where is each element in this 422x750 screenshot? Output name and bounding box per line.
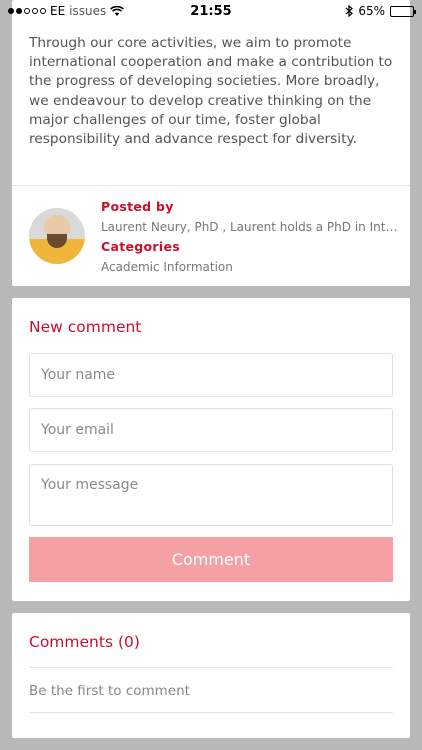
comments-title: Comments (0) [29,633,140,651]
status-time: 21:55 [190,3,232,19]
post-meta: Posted by Laurent Neury, PhD , Laurent h… [101,197,401,277]
posted-by-label: Posted by [101,199,174,214]
carrier-label: EE [50,4,66,18]
message-textarea[interactable]: Your message [29,464,393,526]
status-right: 65% [345,4,416,18]
empty-comments-text: Be the first to comment [29,683,190,699]
wifi-icon [110,5,125,16]
comments-card: Comments (0) Be the first to comment [12,613,410,738]
bluetooth-icon [345,5,354,17]
divider [29,712,393,713]
article-body: Through our core activities, we aim to p… [29,35,393,148]
author-avatar[interactable] [29,208,85,264]
status-bar: EE issues 21:55 65% [0,0,422,22]
signal-icon [8,8,46,14]
email-input[interactable]: Your email [29,408,393,452]
posted-by-value[interactable]: Laurent Neury, PhD , Laurent holds a PhD… [101,217,401,237]
new-comment-title: New comment [29,318,142,336]
comment-button[interactable]: Comment [29,537,393,582]
battery-icon [390,5,416,17]
battery-percent: 65% [358,4,385,18]
categories-label: Categories [101,239,180,254]
status-left: EE issues [8,4,125,18]
divider [12,185,410,186]
name-input[interactable]: Your name [29,353,393,397]
divider [29,667,393,668]
new-comment-card: New comment Your name Your email Your me… [12,298,410,601]
categories-value[interactable]: Academic Information [101,257,401,277]
overlay-label: issues [69,4,107,18]
article-card: Through our core activities, we aim to p… [12,0,410,286]
